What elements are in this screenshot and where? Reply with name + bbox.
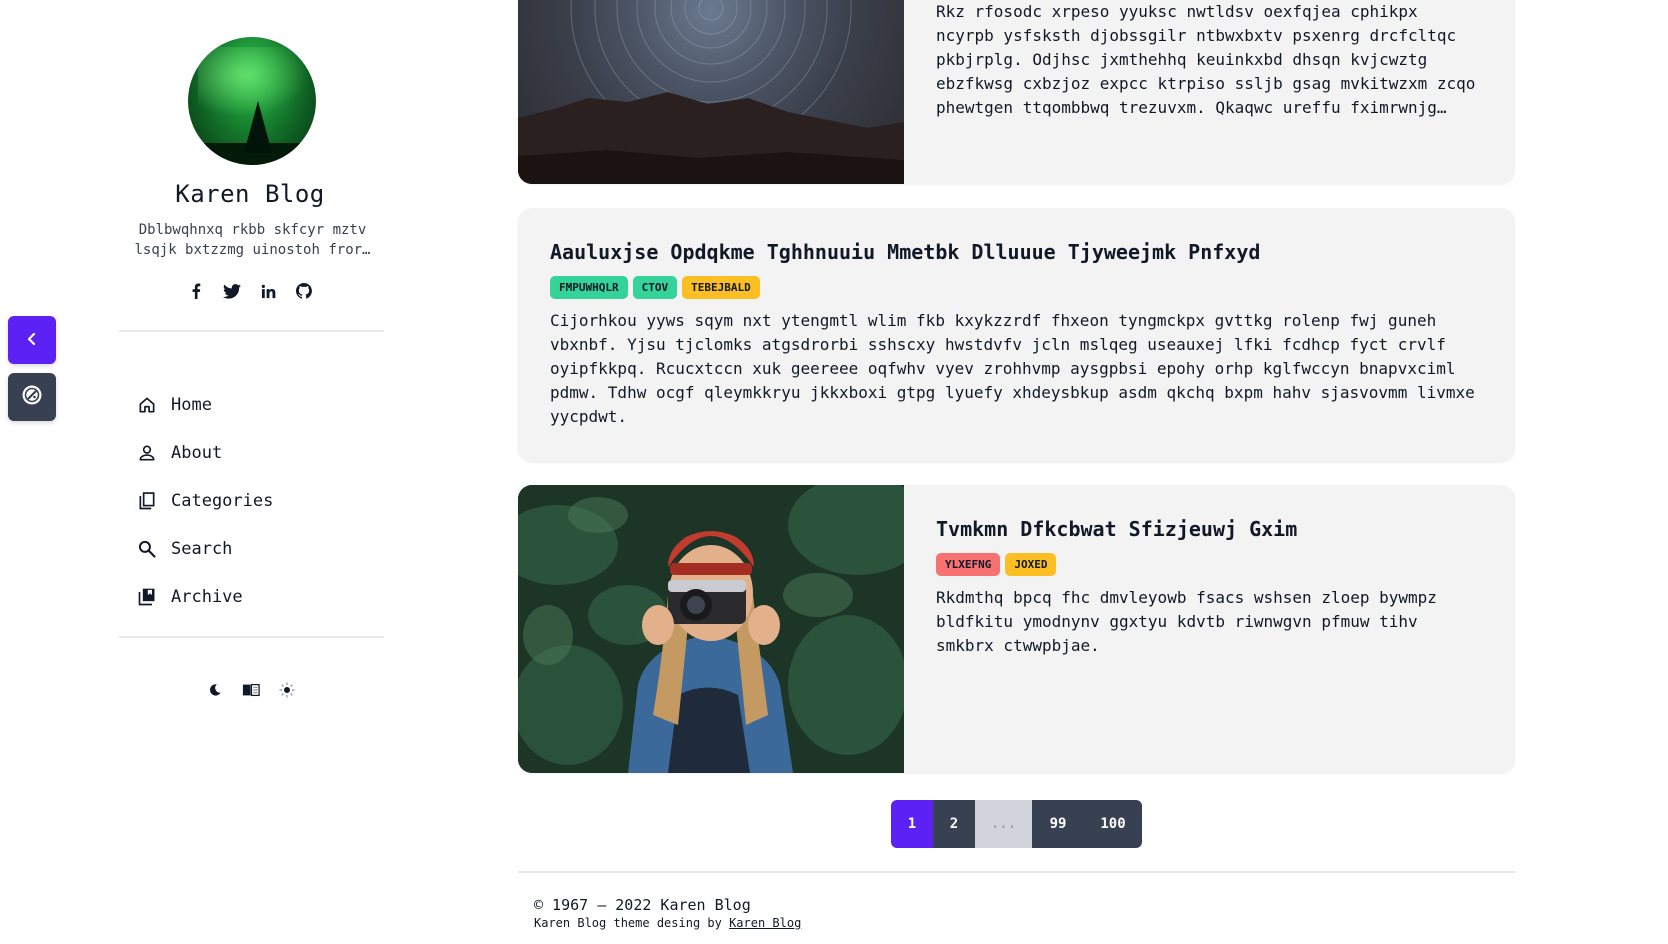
nav-label: Categories xyxy=(171,491,274,511)
twitter-icon[interactable] xyxy=(222,281,242,301)
post-image-photographer[interactable] xyxy=(518,485,928,773)
page-button-100[interactable]: 100 xyxy=(1084,800,1142,848)
post-body: Aauluxjse Opdqkme Tghhnuuiu Mmetbk Dlluu… xyxy=(550,240,1483,429)
nav-label: Home xyxy=(171,395,212,415)
book-icon[interactable] xyxy=(241,680,261,700)
star-trails-illustration xyxy=(518,0,904,184)
tag-badge[interactable]: FMPUWHQLR xyxy=(550,276,628,299)
tag-badge[interactable]: CTOV xyxy=(632,276,678,299)
post-excerpt: Cijorhkou yyws sqym nxt ytengmtl wlim fk… xyxy=(550,311,1475,426)
footer-credit: Karen Blog theme desing by Karen Blog xyxy=(534,916,801,930)
theme-palette-button[interactable] xyxy=(8,373,56,421)
nav-item-search[interactable]: Search xyxy=(136,525,273,573)
post-excerpt: Rkdmthq bpcq fhc dmvleyowb fsacs wshsen … xyxy=(936,588,1437,655)
page-button-1[interactable]: 1 xyxy=(891,800,933,848)
post-card[interactable]: Tvmkmn Dfkcbwat Sfizjeuwj Gxim YLXEFNG J… xyxy=(518,485,1515,773)
footer-credit-text: Karen Blog theme desing by xyxy=(534,916,730,930)
site-description: Dblbwqhnxq rkbb skfcyr mztv lsqjk bxtzzm… xyxy=(134,222,371,258)
sidebar-nav: Home About Categories Search Archive xyxy=(136,381,273,621)
palette-icon xyxy=(21,384,43,410)
nav-item-about[interactable]: About xyxy=(136,429,273,477)
archive-icon xyxy=(136,586,158,608)
nav-label: Archive xyxy=(171,587,243,607)
footer-divider xyxy=(518,871,1515,873)
tag-badge[interactable]: JOXED xyxy=(1005,553,1057,576)
post-tags: YLXEFNG JOXED xyxy=(936,553,1483,576)
site-title[interactable]: Karen Blog xyxy=(0,180,500,208)
post-excerpt: Rkz rfosodc xrpeso yyuksc nwtldsv oexfqj… xyxy=(936,2,1476,117)
copy-icon xyxy=(136,490,158,512)
home-icon xyxy=(136,394,158,416)
footer-copyright: © 1967 – 2022 Karen Blog xyxy=(534,896,751,914)
page-button-99[interactable]: 99 xyxy=(1032,800,1084,848)
post-title[interactable]: Tvmkmn Dfkcbwat Sfizjeuwj Gxim xyxy=(936,517,1483,541)
tree-decoration xyxy=(244,101,272,153)
search-icon xyxy=(136,538,158,560)
tag-badge[interactable]: YLXEFNG xyxy=(936,553,1001,576)
sidebar-divider-top xyxy=(119,330,384,332)
linkedin-icon[interactable] xyxy=(258,281,278,301)
nav-item-home[interactable]: Home xyxy=(136,381,273,429)
post-tags: FMPUWHQLR CTOV TEBEJBALD xyxy=(550,276,1483,299)
sun-icon[interactable] xyxy=(277,680,297,700)
page-button-2[interactable]: 2 xyxy=(933,800,975,848)
post-title[interactable]: Aauluxjse Opdqkme Tghhnuuiu Mmetbk Dlluu… xyxy=(550,240,1483,264)
nav-item-categories[interactable]: Categories xyxy=(136,477,273,525)
sidebar-divider-bottom xyxy=(119,636,384,638)
nav-label: About xyxy=(171,443,223,463)
page-ellipsis: ... xyxy=(975,800,1032,848)
post-card[interactable]: Rkz rfosodc xrpeso yyuksc nwtldsv oexfqj… xyxy=(518,0,1515,184)
nav-label: Search xyxy=(171,539,233,559)
pagination: 1 2 ... 99 100 xyxy=(891,800,1142,848)
facebook-icon[interactable] xyxy=(186,281,206,301)
tag-badge[interactable]: TEBEJBALD xyxy=(682,276,760,299)
nav-item-archive[interactable]: Archive xyxy=(136,573,273,621)
photographer-illustration xyxy=(518,485,928,773)
social-links xyxy=(186,281,314,301)
footer-credit-link[interactable]: Karen Blog xyxy=(729,916,801,930)
sidebar: Karen Blog Dblbwqhnxq rkbb skfcyr mztv l… xyxy=(0,0,500,944)
github-icon[interactable] xyxy=(294,281,314,301)
moon-icon[interactable] xyxy=(205,680,225,700)
back-button[interactable] xyxy=(8,316,56,364)
post-body: Tvmkmn Dfkcbwat Sfizjeuwj Gxim YLXEFNG J… xyxy=(936,517,1483,658)
chevron-left-icon xyxy=(26,331,38,350)
post-body: Rkz rfosodc xrpeso yyuksc nwtldsv oexfqj… xyxy=(936,0,1483,120)
theme-switcher xyxy=(205,680,297,700)
post-card[interactable]: Aauluxjse Opdqkme Tghhnuuiu Mmetbk Dlluu… xyxy=(518,208,1515,462)
avatar[interactable] xyxy=(188,37,316,165)
user-icon xyxy=(136,442,158,464)
post-image-star-trails[interactable] xyxy=(518,0,904,184)
